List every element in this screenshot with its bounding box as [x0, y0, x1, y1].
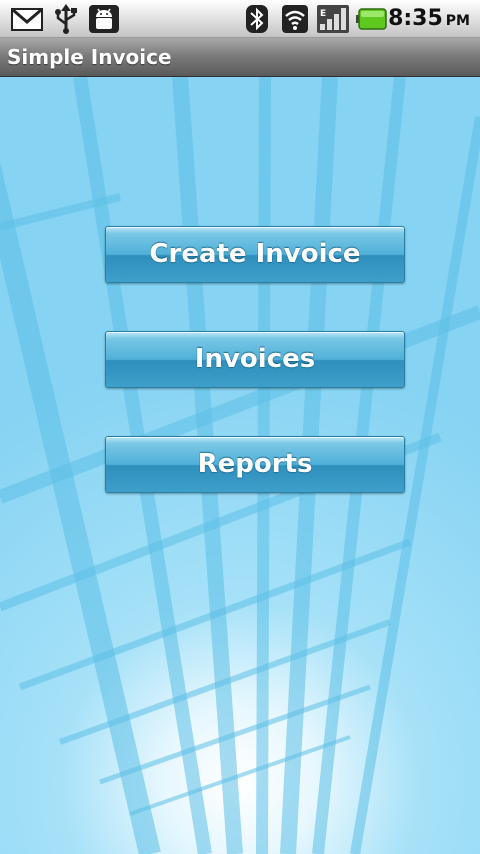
status-time-value: 8:35 — [388, 6, 443, 31]
svg-text:E: E — [320, 9, 326, 19]
app-title: Simple Invoice — [7, 45, 172, 69]
create-invoice-label: Create Invoice — [149, 239, 361, 269]
reports-label: Reports — [197, 449, 313, 479]
bluetooth-icon — [245, 4, 269, 34]
title-bar: Simple Invoice — [0, 38, 480, 77]
create-invoice-button[interactable]: Create Invoice — [105, 226, 405, 283]
signal-icon: E — [316, 4, 350, 34]
reports-button[interactable]: Reports — [105, 436, 405, 493]
status-bar: E 8:35 PM — [0, 0, 480, 38]
android-debug-icon — [88, 4, 120, 34]
status-time-ampm: PM — [445, 13, 470, 29]
main-content: Create Invoice Invoices Reports — [0, 77, 480, 854]
usb-icon — [52, 4, 80, 34]
app-screen: E 8:35 PM Simple Invoice Create Invoice … — [0, 0, 480, 854]
invoices-label: Invoices — [194, 344, 316, 374]
battery-icon — [356, 4, 388, 34]
invoices-button[interactable]: Invoices — [105, 331, 405, 388]
gmail-icon — [10, 4, 44, 34]
wifi-icon — [281, 4, 309, 34]
status-clock: 8:35 PM — [388, 4, 470, 34]
